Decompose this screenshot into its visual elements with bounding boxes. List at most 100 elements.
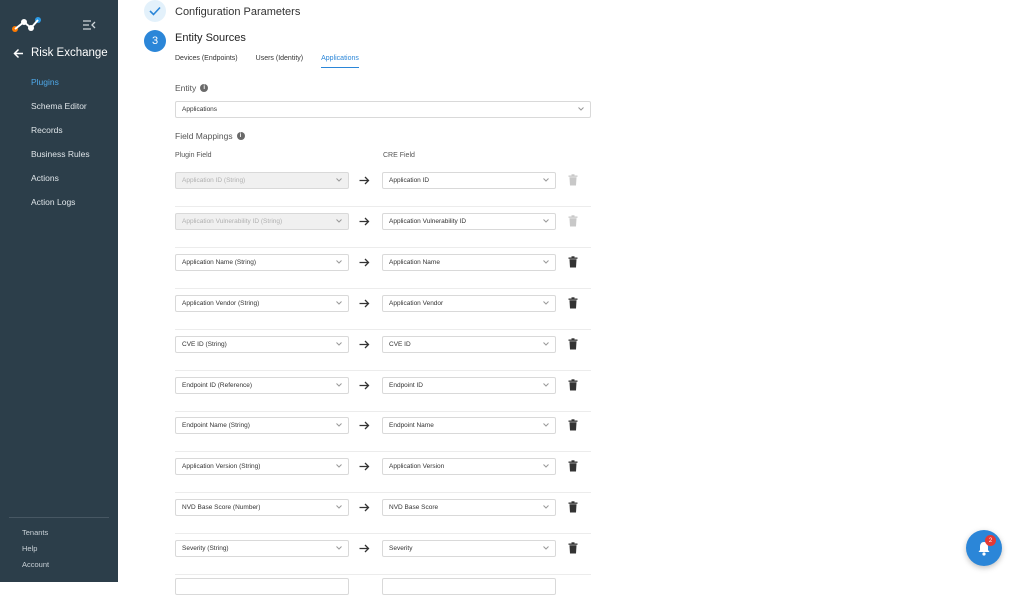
sidebar-item-schema-editor[interactable]: Schema Editor (31, 100, 90, 124)
plugin-field-value: Endpoint Name (String) (182, 422, 250, 430)
cre-field-value: Endpoint Name (389, 422, 434, 430)
mapping-row: Application Vendor (String) Application V… (175, 289, 591, 330)
sidebar-footer-account[interactable]: Account (22, 560, 49, 576)
arrow-right-icon (359, 421, 370, 430)
delete-mapping-trash-icon[interactable] (568, 296, 578, 309)
arrow-right-icon (359, 462, 370, 471)
chevron-down-icon (336, 423, 342, 428)
plugin-field-select: Application Vulnerability ID (String) (175, 212, 349, 230)
delete-mapping-trash-icon[interactable] (568, 501, 578, 513)
plugin-field-select[interactable]: Endpoint ID (Reference) (175, 376, 349, 394)
entity-select-value: Applications (182, 106, 218, 113)
entity-tabs: Devices (Endpoints) Users (Identity) App… (175, 55, 377, 68)
mapping-row: Application ID (String) Application ID (175, 166, 591, 207)
chevron-down-icon (543, 546, 549, 550)
cre-field-header: CRE Field (383, 152, 415, 159)
step-number: 3 (144, 30, 166, 52)
notifications-button[interactable] (966, 530, 1002, 566)
entity-label-row: Entity i (175, 83, 209, 93)
plugin-field-select[interactable]: Application Version (String) (175, 458, 349, 476)
plugin-field-select[interactable]: NVD Base Score (Number) (175, 499, 349, 517)
notification-count-badge: 2 (985, 535, 996, 546)
sidebar-item-actions[interactable]: Actions (31, 172, 90, 196)
step-title-configuration: Configuration Parameters (175, 6, 301, 18)
step-title-entity-sources: Entity Sources (175, 32, 246, 44)
delete-mapping-trash-icon (568, 215, 578, 227)
mapping-row: Application Name (String) Application Nam… (175, 248, 591, 289)
tab-applications[interactable]: Applications (321, 55, 359, 68)
arrow-right-icon (359, 340, 370, 349)
plugin-field-value: Application Name (String) (182, 258, 257, 266)
plugin-field-value: NVD Base Score (Number) (182, 504, 261, 512)
plugin-field-select[interactable]: Endpoint Name (String) (175, 417, 349, 435)
back-to-risk-exchange[interactable]: Risk Exchange (13, 47, 108, 59)
arrow-right-icon (359, 176, 370, 185)
sidebar-footer-tenants[interactable]: Tenants (22, 528, 49, 544)
cre-field-select[interactable]: Endpoint ID (382, 376, 556, 394)
arrow-left-icon (13, 48, 23, 58)
sidebar-nav: Plugins Schema Editor Records Business R… (31, 76, 90, 220)
cre-field-select[interactable]: Application ID (382, 172, 556, 189)
delete-mapping-trash-icon[interactable] (568, 337, 578, 350)
plugin-field-select-partial[interactable] (175, 578, 349, 595)
chevron-down-icon (336, 259, 342, 264)
plugin-field-select[interactable]: Severity (String) (175, 540, 349, 558)
entity-label: Entity (175, 83, 197, 93)
field-mappings-label: Field Mappings (175, 131, 233, 141)
check-icon (149, 6, 161, 16)
plugin-field-select[interactable]: Application Name (String) (175, 253, 349, 271)
chevron-down-icon (543, 423, 549, 428)
sidebar-footer-help[interactable]: Help (22, 544, 49, 560)
plugin-field-value: Application Vulnerability ID (String) (182, 217, 283, 225)
cre-field-select[interactable]: Severity (382, 540, 556, 558)
cre-field-select[interactable]: Application Name (382, 253, 556, 271)
cre-field-value: Application Version (389, 463, 445, 471)
cre-field-select[interactable]: Endpoint Name (382, 417, 556, 435)
arrow-right-icon (359, 258, 370, 267)
delete-mapping-trash-icon[interactable] (568, 542, 578, 554)
plugin-field-select[interactable]: CVE ID (String) (175, 335, 349, 353)
cre-field-value: Endpoint ID (389, 381, 423, 389)
cre-field-value: Severity (389, 545, 413, 553)
delete-mapping-trash-icon[interactable] (568, 419, 578, 431)
entity-select[interactable]: Applications (175, 101, 591, 118)
sidebar-footer: Tenants Help Account (22, 528, 49, 576)
cre-field-select[interactable]: Application Vulnerability ID (382, 212, 556, 230)
info-icon[interactable]: i (200, 84, 209, 92)
sidebar-item-business-rules[interactable]: Business Rules (31, 148, 90, 172)
plugin-field-value: Application Vendor (String) (182, 299, 260, 307)
sidebar-item-action-logs[interactable]: Action Logs (31, 196, 90, 220)
collapse-menu-icon[interactable] (82, 19, 96, 31)
chevron-down-icon (543, 464, 549, 469)
arrow-right-icon (359, 503, 370, 512)
cre-field-value: Application Vendor (389, 299, 444, 307)
delete-mapping-trash-icon[interactable] (568, 256, 578, 268)
step-complete-check (144, 0, 166, 22)
mapping-row: NVD Base Score (Number) NVD Base Score (175, 493, 591, 535)
delete-mapping-trash-icon[interactable] (568, 378, 578, 391)
cre-field-select[interactable]: NVD Base Score (382, 499, 556, 517)
cre-field-select[interactable]: Application Version (382, 458, 556, 476)
info-icon[interactable]: i (236, 132, 245, 140)
cre-field-value: Application ID (389, 177, 430, 184)
cre-field-select-partial[interactable] (382, 578, 556, 595)
mapping-row: Endpoint Name (String) Endpoint Name (175, 411, 591, 453)
chevron-down-icon (543, 259, 549, 264)
plugin-field-header: Plugin Field (175, 152, 212, 159)
delete-mapping-trash-icon[interactable] (568, 460, 578, 472)
plugin-field-value: Endpoint ID (Reference) (182, 381, 253, 389)
netskope-logo-icon[interactable] (11, 16, 41, 34)
sidebar-item-plugins[interactable]: Plugins (31, 76, 90, 100)
sidebar-app-title: Risk Exchange (31, 47, 108, 59)
plugin-field-value: Severity (String) (182, 545, 229, 553)
sidebar-item-records[interactable]: Records (31, 124, 90, 148)
cre-field-select[interactable]: Application Vendor (382, 294, 556, 312)
tab-users[interactable]: Users (Identity) (256, 55, 303, 68)
chevron-down-icon (336, 464, 342, 469)
tab-devices[interactable]: Devices (Endpoints) (175, 55, 238, 68)
sidebar-divider (9, 517, 109, 518)
cre-field-select[interactable]: CVE ID (382, 335, 556, 353)
chevron-down-icon (578, 107, 584, 111)
plugin-field-select[interactable]: Application Vendor (String) (175, 294, 349, 312)
cre-field-value: Application Name (389, 258, 440, 266)
